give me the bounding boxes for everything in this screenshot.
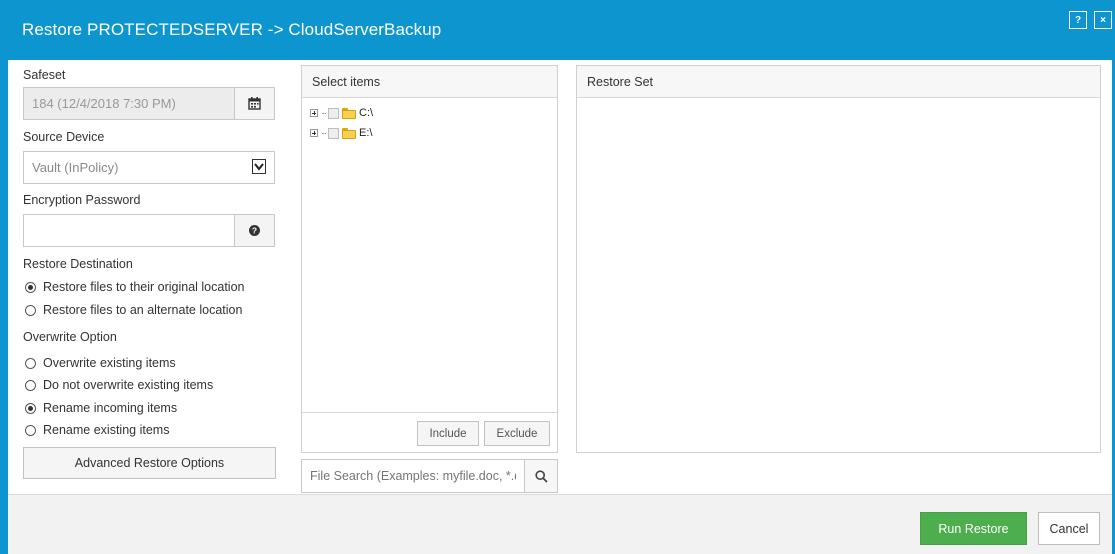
overwrite-option-label: Overwrite Option: [23, 330, 117, 344]
encryption-password-field[interactable]: [23, 214, 235, 247]
radio-label: Rename incoming items: [43, 401, 178, 415]
radio-button[interactable]: [25, 424, 36, 436]
chevron-down-icon: [252, 159, 266, 174]
expand-icon[interactable]: [310, 109, 318, 117]
radio-label: Rename existing items: [43, 423, 170, 437]
radio-label: Overwrite existing items: [43, 356, 176, 370]
password-help-button[interactable]: ?: [234, 214, 275, 247]
svg-text:?: ?: [252, 226, 257, 236]
dialog-content: Safeset Source Device Vault (InPolicy) E…: [8, 60, 1112, 494]
radio-alternate-location[interactable]: Restore files to an alternate location: [25, 303, 242, 317]
search-button[interactable]: [524, 459, 558, 493]
tree-checkbox[interactable]: [328, 107, 339, 119]
search-icon: [534, 469, 548, 483]
panel-divider: [302, 412, 557, 413]
expand-icon[interactable]: [310, 129, 318, 137]
radio-button[interactable]: [25, 379, 36, 391]
question-circle-icon: ?: [249, 225, 260, 236]
help-button[interactable]: ?: [1069, 11, 1087, 29]
tree-node-c-drive[interactable]: C:\: [310, 106, 373, 120]
exclude-button[interactable]: Exclude: [484, 421, 550, 446]
calendar-icon: [248, 97, 261, 110]
folder-icon: [342, 127, 356, 139]
dialog-title-bar: Restore PROTECTEDSERVER -> CloudServerBa…: [0, 0, 1115, 60]
radio-label: Restore files to an alternate location: [43, 303, 243, 317]
dialog-left-border: [0, 60, 8, 554]
calendar-button[interactable]: [234, 87, 275, 120]
radio-overwrite-existing[interactable]: Overwrite existing items: [25, 356, 176, 370]
tree-connector: [322, 132, 326, 134]
radio-button[interactable]: [25, 357, 36, 369]
source-device-value: Vault (InPolicy): [32, 160, 119, 175]
dialog-title: Restore PROTECTEDSERVER -> CloudServerBa…: [22, 20, 442, 39]
tree-node-e-drive[interactable]: E:\: [310, 126, 372, 140]
source-device-label: Source Device: [23, 130, 105, 144]
restore-set-panel: Restore Set: [576, 65, 1101, 453]
cancel-button[interactable]: Cancel: [1038, 512, 1100, 545]
radio-label: Restore files to their original location: [43, 280, 245, 294]
select-items-title: Select items: [302, 66, 557, 98]
radio-button[interactable]: [25, 304, 36, 316]
tree-checkbox[interactable]: [328, 127, 339, 139]
dialog-footer: Run Restore Cancel: [8, 494, 1112, 554]
radio-rename-incoming[interactable]: Rename incoming items: [25, 401, 177, 415]
restore-destination-label: Restore Destination: [23, 257, 133, 271]
radio-do-not-overwrite[interactable]: Do not overwrite existing items: [25, 378, 213, 392]
include-button[interactable]: Include: [417, 421, 479, 446]
tree-node-label: E:\: [359, 127, 373, 139]
encryption-password-label: Encryption Password: [23, 193, 141, 207]
radio-label: Do not overwrite existing items: [43, 378, 214, 392]
run-restore-button[interactable]: Run Restore: [920, 512, 1027, 545]
advanced-restore-options-button[interactable]: Advanced Restore Options: [23, 447, 276, 479]
radio-rename-existing[interactable]: Rename existing items: [25, 423, 169, 437]
tree-node-label: C:\: [359, 107, 374, 119]
radio-button[interactable]: [25, 402, 36, 414]
radio-button[interactable]: [25, 281, 36, 293]
source-device-select[interactable]: Vault (InPolicy): [23, 151, 275, 184]
radio-original-location[interactable]: Restore files to their original location: [25, 280, 245, 294]
restore-set-title: Restore Set: [577, 66, 1100, 98]
safeset-field: [23, 87, 235, 120]
tree-connector: [322, 112, 326, 114]
folder-icon: [342, 107, 356, 119]
safeset-label: Safeset: [23, 68, 66, 82]
file-search-input[interactable]: [301, 459, 525, 493]
select-items-panel: Select items C:\ E:\ Include Exclude: [301, 65, 558, 453]
close-button[interactable]: ×: [1094, 11, 1112, 29]
